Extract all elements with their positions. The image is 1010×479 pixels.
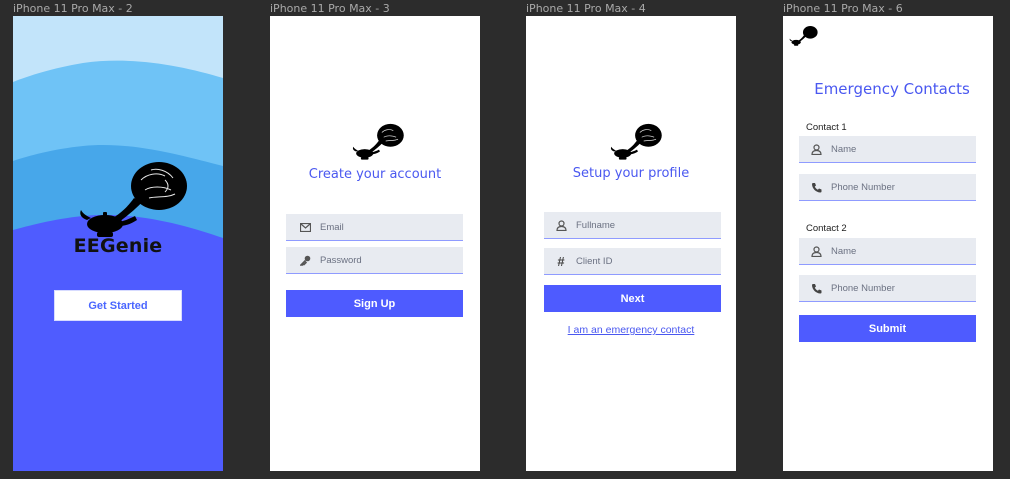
profile-screen: Setup your profile Fullname # Client ID … <box>526 16 736 471</box>
emergency-contacts-screen: Emergency Contacts Contact 1 Name Phone … <box>783 16 993 471</box>
email-field[interactable]: Email <box>286 214 463 241</box>
brand-name: EEGenie <box>73 235 163 257</box>
emergency-title: Emergency Contacts <box>814 80 970 98</box>
contact1-name-placeholder: Name <box>831 143 857 155</box>
frame-label-2[interactable]: iPhone 11 Pro Max - 2 <box>13 2 133 15</box>
signup-title: Create your account <box>308 167 442 182</box>
contact1-name-field[interactable]: Name <box>799 136 976 163</box>
emergency-contact-link[interactable]: I am an emergency contact <box>526 324 736 336</box>
lamp-brain-logo <box>80 162 187 237</box>
contact2-phone-field[interactable]: Phone Number <box>799 275 976 302</box>
get-started-button[interactable]: Get Started <box>54 290 182 321</box>
hash-icon: # <box>557 253 565 269</box>
splash-screen: EEGenie Get Started <box>13 16 223 471</box>
client-id-field[interactable]: # Client ID <box>544 248 721 275</box>
contact1-phone-field[interactable]: Phone Number <box>799 174 976 201</box>
user-icon <box>809 244 823 258</box>
password-placeholder: Password <box>320 254 362 266</box>
submit-button[interactable]: Submit <box>799 315 976 342</box>
contact1-phone-placeholder: Phone Number <box>831 181 895 193</box>
contact1-label: Contact 1 <box>806 122 847 133</box>
password-field[interactable]: Password <box>286 247 463 274</box>
fullname-placeholder: Fullname <box>576 219 616 231</box>
key-icon <box>298 253 312 267</box>
email-placeholder: Email <box>320 221 344 233</box>
lamp-brain-logo[interactable] <box>788 25 820 47</box>
email-icon <box>298 220 312 234</box>
phone-icon <box>809 180 823 194</box>
next-button[interactable]: Next <box>544 285 721 312</box>
lamp-brain-logo <box>352 123 404 160</box>
contact2-phone-placeholder: Phone Number <box>831 282 895 294</box>
frame-label-6[interactable]: iPhone 11 Pro Max - 6 <box>783 2 903 15</box>
sign-up-button[interactable]: Sign Up <box>286 290 463 317</box>
client-id-placeholder: Client ID <box>576 255 613 267</box>
contact2-label: Contact 2 <box>806 223 847 234</box>
fullname-field[interactable]: Fullname <box>544 212 721 239</box>
frame-label-3[interactable]: iPhone 11 Pro Max - 3 <box>270 2 390 15</box>
signup-screen: Create your account Email Password Sign … <box>270 16 480 471</box>
lamp-brain-logo <box>610 123 662 160</box>
profile-title: Setup your profile <box>572 166 690 181</box>
contact2-name-placeholder: Name <box>831 245 857 257</box>
frame-label-4[interactable]: iPhone 11 Pro Max - 4 <box>526 2 646 15</box>
contact2-name-field[interactable]: Name <box>799 238 976 265</box>
user-icon <box>554 218 568 232</box>
user-icon <box>809 142 823 156</box>
phone-icon <box>809 281 823 295</box>
